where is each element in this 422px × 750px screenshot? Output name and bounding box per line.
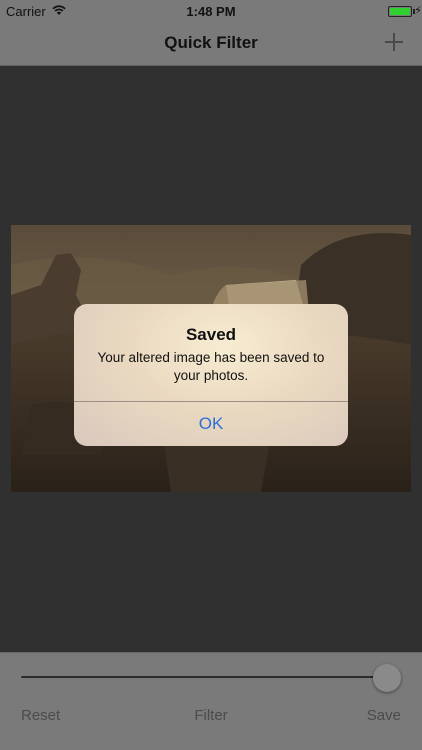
clock-label: 1:48 PM [186,4,236,19]
plus-icon [385,33,403,51]
page-title: Quick Filter [164,33,258,52]
charging-bolt-icon: ⚡ [414,5,422,17]
filter-intensity-slider[interactable] [21,676,387,678]
saved-alert-dialog: Saved Your altered image has been saved … [74,304,348,446]
navigation-bar: Quick Filter [0,22,422,66]
battery-icon [388,6,412,17]
alert-title: Saved [185,325,237,344]
add-button[interactable] [380,28,408,56]
ok-button[interactable]: OK [74,402,348,446]
filter-button[interactable]: Filter [0,707,422,724]
alert-message: Your altered image has been saved to you… [97,350,325,383]
app-screen: Carrier 1:48 PM ⚡ Quick Filter Reset Fil… [0,0,422,750]
bottom-toolbar: Reset Filter Save [0,652,422,750]
status-bar: Carrier 1:48 PM ⚡ [0,0,422,22]
slider-thumb[interactable] [373,664,401,692]
save-button[interactable]: Save [367,707,401,724]
